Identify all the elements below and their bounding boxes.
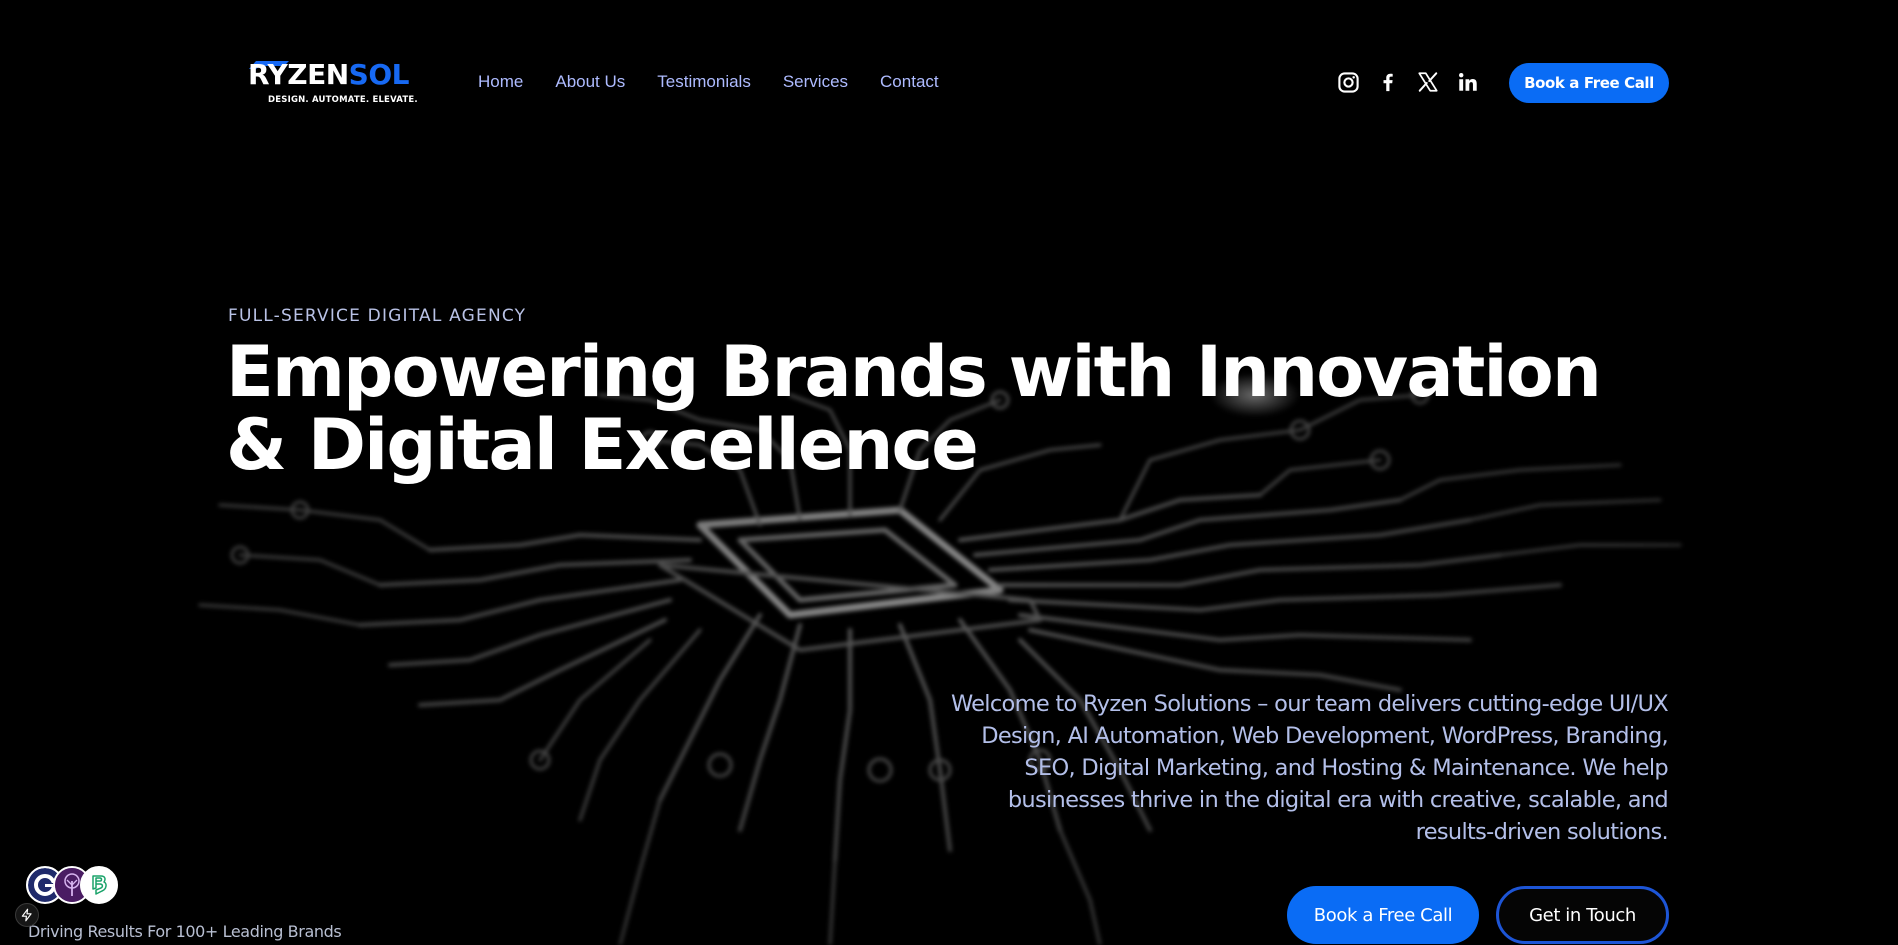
hero-headline: Empowering Brands with Innovation & Digi… [226,331,1602,486]
social-links [1336,70,1480,94]
instagram-icon[interactable] [1336,70,1360,94]
facebook-icon[interactable] [1376,70,1400,94]
logo[interactable]: RYZENSOL DESIGN. AUTOMATE. ELEVATE. [248,58,420,110]
logo-word-yzen: YZEN [267,58,350,91]
x-icon[interactable] [1416,70,1440,94]
logo-wordmark: RYZENSOL [248,58,409,92]
lightning-bolt-icon[interactable] [15,903,39,927]
brands-caption: Driving Results For 100+ Leading Brands [28,922,342,941]
nav-about-us[interactable]: About Us [555,72,625,92]
brand-logo-b-icon [80,866,118,904]
site-header: RYZENSOL DESIGN. AUTOMATE. ELEVATE. Home… [0,0,1898,166]
nav-testimonials[interactable]: Testimonials [657,72,751,92]
book-free-call-button[interactable]: Book a Free Call [1287,886,1479,944]
hero-headline-line-1: Empowering Brands with Innovation [226,331,1602,413]
logo-word-sol: SOL [348,58,410,91]
book-free-call-header-button[interactable]: Book a Free Call [1509,63,1669,103]
landing-page: RYZENSOL DESIGN. AUTOMATE. ELEVATE. Home… [0,0,1898,945]
brand-avatars [26,866,122,908]
nav-contact[interactable]: Contact [880,72,939,92]
hero-eyebrow: FULL-SERVICE DIGITAL AGENCY [228,306,527,326]
logo-tagline: DESIGN. AUTOMATE. ELEVATE. [268,95,418,105]
hero-headline-line-2: & Digital Excellence [226,404,979,486]
linkedin-icon[interactable] [1456,70,1480,94]
main-nav: Home About Us Testimonials Services Cont… [478,72,939,92]
hero-intro-text: Welcome to Ryzen Solutions – our team de… [950,691,1669,845]
get-in-touch-button[interactable]: Get in Touch [1496,886,1669,944]
nav-home[interactable]: Home [478,72,523,92]
logo-letter-r: R [248,58,268,91]
nav-services[interactable]: Services [783,72,848,92]
